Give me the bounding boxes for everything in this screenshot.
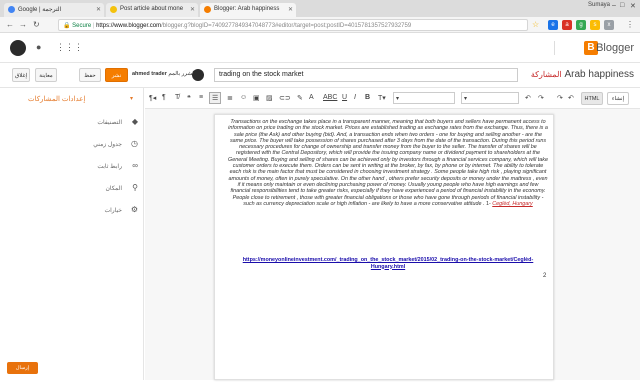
sidebar-item-permalink[interactable]: رابط ثابت ∞: [0, 160, 144, 174]
page-icon: [110, 6, 117, 13]
text-color-icon[interactable]: A: [309, 94, 314, 101]
google-icon: [8, 6, 15, 13]
ltr-icon[interactable]: ¶: [162, 94, 166, 101]
apps-grid-icon[interactable]: ⋮⋮⋮: [56, 42, 83, 53]
sidebar-item-labels[interactable]: التصنيفات ◆: [0, 116, 144, 130]
post-body-link[interactable]: https://moneyonlineinvestment.com/_tradi…: [227, 257, 549, 270]
paragraph-number: 1-: [485, 200, 491, 207]
blogger-icon: [204, 6, 211, 13]
bullet-list-icon: ☰: [212, 95, 219, 102]
address-bar-row: ← → ↻ 🔒 Secure | https://www.blogger.com…: [0, 17, 640, 33]
minimize-icon[interactable]: –: [612, 2, 616, 9]
clear-format-icon[interactable]: T̸: [175, 94, 179, 101]
url-host: https://www.blogger.com: [96, 23, 162, 29]
editor-toolbar: ¶◂ ¶ T̸ ❝ ≡ ☰ ≣ ☺ ▣ ▨ ⊂⊃ ✎ A ABC U I B T…: [145, 88, 640, 109]
post-settings-title[interactable]: إعدادات المشاركات: [28, 95, 85, 103]
compose-mode-button[interactable]: إنشاء: [607, 92, 629, 105]
close-icon[interactable]: ✕: [288, 6, 293, 13]
extension-icon[interactable]: x: [604, 20, 614, 30]
redo-icon[interactable]: ↷: [557, 94, 563, 102]
post-body-editor[interactable]: Transactions on the exchange takes place…: [214, 114, 554, 380]
sidebar-item-options[interactable]: خيارات ⚙: [0, 204, 144, 218]
image-caption: Ceglèd, Hungary: [492, 200, 533, 207]
location-icon: ⚲: [132, 183, 138, 192]
html-mode-button[interactable]: HTML: [581, 92, 603, 105]
numbered-list-icon[interactable]: ≡: [199, 94, 203, 101]
lock-icon: 🔒: [63, 23, 71, 29]
link-icon[interactable]: ⊂⊃: [279, 94, 291, 102]
extension-icon[interactable]: a: [562, 20, 572, 30]
forward-icon[interactable]: →: [19, 20, 27, 29]
notifications-icon[interactable]: ●: [36, 42, 41, 52]
author-label: ahmed trader الشرر بالمم: [132, 71, 195, 77]
strikethrough-icon[interactable]: ABC: [323, 94, 337, 101]
cursor-number: 2: [543, 273, 547, 279]
redo-icon[interactable]: ↷: [538, 94, 544, 102]
blogger-header: ● ⋮⋮⋮ B Blogger: [0, 33, 640, 63]
reload-icon[interactable]: ↻: [33, 20, 40, 29]
paragraph-select[interactable]: ▾: [393, 92, 455, 104]
browser-tab-post-article[interactable]: Post article about mone ✕: [106, 3, 198, 17]
back-icon[interactable]: ←: [6, 20, 14, 29]
close-icon[interactable]: ✕: [96, 6, 101, 13]
close-icon[interactable]: ✕: [190, 6, 195, 13]
font-size-icon[interactable]: T▾: [378, 94, 386, 102]
sidebar-item-schedule[interactable]: جدول زمني ◷: [0, 138, 144, 152]
browser-tab-strip: Google | الترجمة ✕ Post article about mo…: [0, 0, 640, 17]
bullet-list-button[interactable]: ☰: [209, 92, 221, 104]
link-icon: ∞: [132, 161, 138, 170]
highlight-color-icon[interactable]: ✎: [297, 94, 303, 102]
post-settings-sidebar: ▾ إعدادات المشاركات التصنيفات ◆ جدول زمن…: [0, 88, 144, 380]
url-path: /blogger.g?blogID=7409277849347048773#ed…: [161, 23, 412, 29]
blog-name: المشاركة Arab happiness: [530, 69, 634, 80]
sidebar-item-location[interactable]: المكان ⚲: [0, 182, 144, 196]
avatar[interactable]: [10, 40, 26, 56]
chevron-down-icon: ▾: [464, 96, 468, 102]
profile-name[interactable]: Sumaya: [588, 2, 610, 8]
extension-icon[interactable]: g: [576, 20, 586, 30]
quote-icon[interactable]: ❝: [187, 94, 191, 102]
video-icon[interactable]: ▣: [253, 94, 260, 102]
author-name: ahmed trader: [132, 71, 167, 77]
italic-icon[interactable]: I: [354, 94, 356, 101]
maximize-icon[interactable]: □: [620, 2, 624, 9]
extension-icon[interactable]: e: [548, 20, 558, 30]
post-body-content: Transactions on the exchange takes place…: [228, 119, 548, 207]
gear-icon: ⚙: [130, 205, 138, 214]
save-button[interactable]: حفظ: [79, 68, 101, 82]
underline-icon[interactable]: U: [342, 94, 347, 101]
send-for-review-button[interactable]: إرسال للمراجعة: [7, 362, 38, 383]
font-select[interactable]: ▾: [461, 92, 519, 104]
extension-icon[interactable]: s: [590, 20, 600, 30]
emoji-icon[interactable]: ☺: [240, 94, 247, 101]
bold-icon[interactable]: B: [365, 94, 370, 101]
undo-icon[interactable]: ↶: [568, 94, 574, 102]
clock-icon: ◷: [131, 139, 138, 148]
caret-down-icon[interactable]: ▾: [130, 95, 133, 102]
bookmark-star-icon[interactable]: ☆: [532, 20, 539, 29]
post-header: إغلاق معاينة حفظ نشر ahmed trader الشرر …: [0, 63, 640, 88]
url-input[interactable]: 🔒 Secure | https://www.blogger.com/blogg…: [58, 19, 528, 31]
rtl-icon[interactable]: ¶◂: [149, 94, 156, 102]
browser-tab-blogger[interactable]: Blogger: Arab happiness ✕: [200, 3, 296, 17]
undo-icon[interactable]: ↶: [525, 94, 531, 102]
tag-icon: ◆: [131, 117, 138, 126]
preview-button[interactable]: معاينة: [35, 68, 57, 82]
header-divider: [554, 41, 555, 55]
close-button[interactable]: إغلاق: [12, 68, 30, 82]
align-icon[interactable]: ≣: [227, 94, 233, 102]
secure-label: Secure: [72, 23, 92, 29]
chevron-down-icon: ▾: [396, 96, 400, 102]
publish-button[interactable]: نشر: [105, 68, 128, 82]
image-icon[interactable]: ▨: [266, 94, 273, 102]
window-close-icon[interactable]: ✕: [630, 2, 636, 10]
menu-icon[interactable]: ⋮: [626, 20, 634, 29]
post-body-text: Transactions on the exchange takes place…: [227, 119, 549, 207]
blogger-logo-text[interactable]: Blogger: [596, 42, 634, 54]
post-title-input[interactable]: trading on the stock market: [214, 68, 518, 82]
browser-tab-translate[interactable]: Google | الترجمة ✕: [4, 3, 104, 17]
author-avatar: [192, 69, 204, 81]
